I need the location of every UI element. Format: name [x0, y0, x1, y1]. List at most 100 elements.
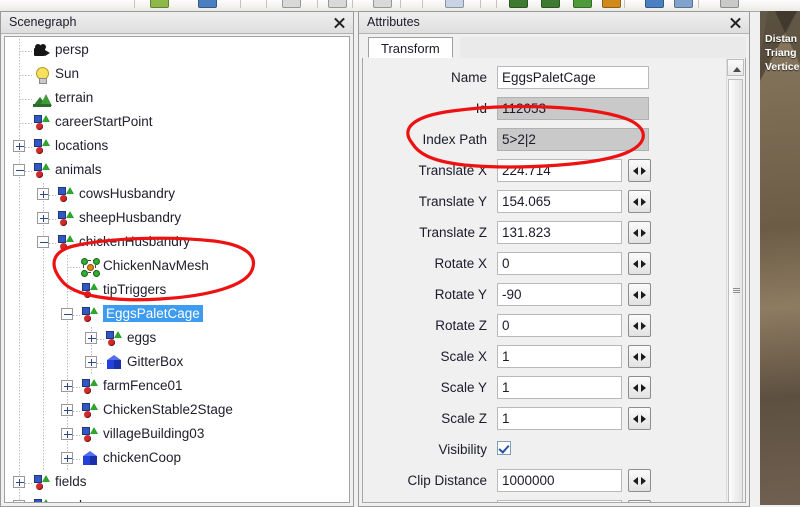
tree-expand-icon[interactable]: [61, 452, 73, 464]
toolbar-separator: [422, 0, 423, 8]
camera-tool-icon[interactable]: [645, 0, 664, 8]
field-input[interactable]: EggsPaletCage: [497, 66, 649, 89]
stepper-arrows-icon[interactable]: [628, 221, 651, 244]
tree-item[interactable]: ChickenNavMesh: [5, 255, 349, 279]
close-icon[interactable]: [332, 15, 347, 30]
field-input[interactable]: 1000000: [497, 469, 622, 492]
tree-indent-guide: [19, 327, 20, 351]
form-row: Rotate X0: [363, 250, 745, 281]
field-input[interactable]: 0: [497, 314, 622, 337]
tree-item[interactable]: Sun: [5, 63, 349, 87]
field-input[interactable]: 1: [497, 407, 622, 430]
tree-item-selected[interactable]: EggsPaletCage: [5, 303, 349, 327]
tree-indent-guide: [19, 183, 20, 207]
object-tool-icon[interactable]: [573, 0, 592, 8]
stepper-arrows-icon[interactable]: [628, 345, 651, 368]
scrollbar-thumb[interactable]: [728, 79, 743, 503]
field-label: Clip Distance: [407, 473, 487, 488]
field-label: Translate Y: [419, 194, 487, 209]
tree-collapse-icon[interactable]: [13, 164, 25, 176]
scenegraph-tree[interactable]: perspSunterraincareerStartPointlocations…: [4, 36, 350, 503]
tree-item[interactable]: GitterBox: [5, 351, 349, 375]
undo-icon[interactable]: [282, 0, 301, 8]
field-input[interactable]: 224.714: [497, 159, 622, 182]
tree-expand-icon[interactable]: [85, 332, 97, 344]
terrain-tool-icon[interactable]: [509, 0, 528, 8]
stepper-arrows-icon[interactable]: [628, 376, 651, 399]
field-input[interactable]: 0: [497, 252, 622, 275]
tree-indent-guide: [43, 399, 44, 423]
tree-item[interactable]: fields: [5, 471, 349, 495]
tree-item[interactable]: sheepHusbandry: [5, 207, 349, 231]
tree-item[interactable]: chickenCoop: [5, 447, 349, 471]
tree-expand-icon[interactable]: [61, 428, 73, 440]
attributes-scrollbar[interactable]: [726, 59, 744, 501]
tree-item[interactable]: locations: [5, 135, 349, 159]
tree-elbow: [19, 99, 32, 100]
field-input[interactable]: 1: [497, 376, 622, 399]
tree-item-label: farmFence01: [103, 378, 183, 393]
tree-expand-icon[interactable]: [13, 476, 25, 488]
tree-item[interactable]: persp: [5, 39, 349, 63]
stepper-arrows-icon[interactable]: [628, 500, 651, 503]
tree-item[interactable]: ChickenStable2Stage: [5, 399, 349, 423]
tree-item[interactable]: cowsHusbandry: [5, 183, 349, 207]
tree-collapse-icon[interactable]: [61, 308, 73, 320]
paint-tool-icon[interactable]: [541, 0, 560, 8]
grid-icon[interactable]: [373, 0, 392, 8]
stepper-arrows-icon[interactable]: [628, 283, 651, 306]
tree-expand-icon[interactable]: [61, 380, 73, 392]
tree-expand-icon[interactable]: [61, 404, 73, 416]
tree-item-label: EggsPaletCage: [103, 305, 203, 322]
stepper-arrows-icon[interactable]: [628, 252, 651, 275]
field-label: Id: [476, 101, 487, 116]
stepper-arrows-icon[interactable]: [628, 407, 651, 430]
tree-collapse-icon[interactable]: [37, 236, 49, 248]
light-tool-icon[interactable]: [602, 0, 621, 8]
field-input[interactable]: 154.065: [497, 190, 622, 213]
tree-expand-icon[interactable]: [13, 500, 25, 503]
redo-icon[interactable]: [328, 0, 347, 8]
field-input[interactable]: 1: [497, 345, 622, 368]
form-row: Index Path5>2|2: [363, 126, 745, 157]
field-input[interactable]: 0: [497, 500, 622, 503]
tree-item[interactable]: chickenHusbandry: [5, 231, 349, 255]
nav-tool-icon[interactable]: [674, 0, 693, 8]
camera-icon: [33, 42, 51, 60]
cube-icon: [81, 450, 99, 468]
close-icon[interactable]: [728, 15, 743, 30]
tree-expand-icon[interactable]: [85, 356, 97, 368]
node-icon: [33, 498, 51, 503]
tree-expand-icon[interactable]: [37, 188, 49, 200]
scroll-up-icon[interactable]: [727, 59, 744, 76]
visibility-checkbox[interactable]: [497, 441, 511, 455]
tree-item[interactable]: careerStartPoint: [5, 111, 349, 135]
tree-item-label: fields: [55, 474, 87, 489]
stepper-arrows-icon[interactable]: [628, 314, 651, 337]
tree-item[interactable]: villageBuilding03: [5, 423, 349, 447]
tree-item-label: roads: [55, 498, 89, 503]
stepper-arrows-icon[interactable]: [628, 469, 651, 492]
tab-transform[interactable]: Transform: [368, 37, 453, 58]
tree-expand-icon[interactable]: [37, 212, 49, 224]
viewport-3d[interactable]: Distan Triang Vertice: [760, 11, 800, 505]
stepper-arrows-icon[interactable]: [628, 159, 651, 182]
tree-item[interactable]: terrain: [5, 87, 349, 111]
stepper-arrows-icon[interactable]: [628, 190, 651, 213]
help-icon[interactable]: [720, 0, 739, 8]
field-input[interactable]: -90: [497, 283, 622, 306]
tree-item-label: eggs: [127, 330, 156, 345]
tree-elbow: [67, 291, 80, 292]
tree-item[interactable]: animals: [5, 159, 349, 183]
tree-expand-icon[interactable]: [13, 140, 25, 152]
scrollbar-grip-icon: [733, 288, 740, 293]
tree-item[interactable]: eggs: [5, 327, 349, 351]
field-input[interactable]: 131.823: [497, 221, 622, 244]
save-icon[interactable]: [198, 0, 217, 8]
form-row: Visibility: [363, 436, 745, 467]
open-icon[interactable]: [150, 0, 169, 8]
tree-item[interactable]: roads: [5, 495, 349, 503]
tree-item[interactable]: tipTriggers: [5, 279, 349, 303]
select-icon[interactable]: [445, 0, 464, 8]
tree-item[interactable]: farmFence01: [5, 375, 349, 399]
